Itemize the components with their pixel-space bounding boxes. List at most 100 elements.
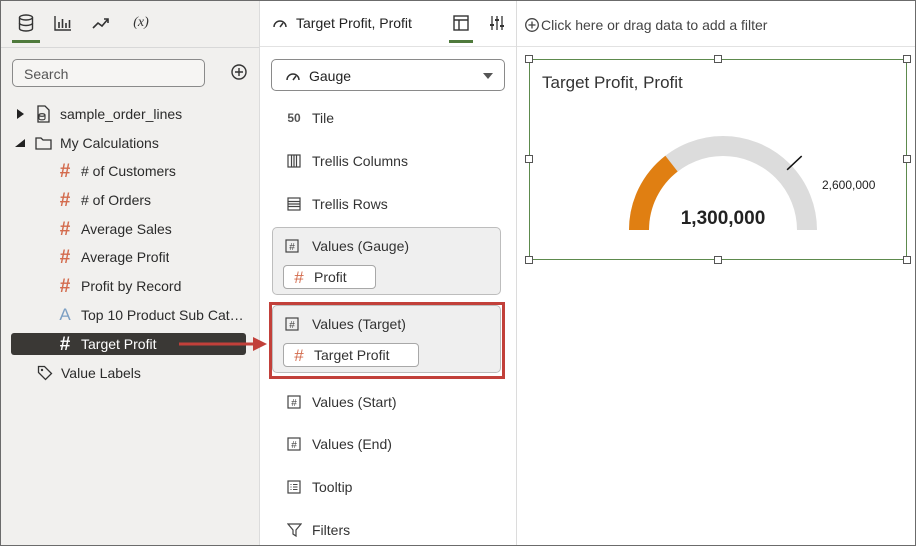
tree-item-label: My Calculations bbox=[60, 135, 159, 151]
tree-item-label: # of Orders bbox=[81, 192, 152, 208]
gauge-target-marker bbox=[786, 155, 803, 171]
tag-icon bbox=[37, 365, 53, 381]
tree-item-label: # of Customers bbox=[81, 163, 176, 179]
drag-arrow-icon bbox=[179, 337, 267, 351]
gauge-visualization[interactable]: Target Profit, Profit 1,300,000 2,600,00… bbox=[525, 55, 911, 264]
tree-item-dataset[interactable]: sample_order_lines bbox=[1, 101, 259, 127]
resize-handle[interactable] bbox=[714, 55, 722, 63]
tooltip-icon bbox=[285, 478, 303, 496]
tree-item-calculation[interactable]: # # of Customers bbox=[1, 158, 259, 184]
tree-item-my-calculations[interactable]: My Calculations bbox=[1, 130, 259, 156]
tree-item-label: sample_order_lines bbox=[60, 106, 183, 122]
section-label: Trellis Columns bbox=[312, 153, 408, 169]
tree-item-label: Target Profit bbox=[81, 336, 157, 352]
resize-handle[interactable] bbox=[525, 55, 533, 63]
database-icon bbox=[18, 14, 34, 32]
add-filter-icon bbox=[525, 18, 539, 32]
tree-item-calculation[interactable]: A Top 10 Product Sub Cat… bbox=[1, 302, 259, 328]
gauge-chart bbox=[628, 136, 817, 231]
filter-icon bbox=[285, 521, 303, 539]
expand-caret-icon[interactable] bbox=[16, 108, 25, 120]
tile-section[interactable]: 50 Tile bbox=[285, 107, 334, 129]
canvas: Click here or drag data to add a filter … bbox=[517, 1, 915, 545]
section-label: Values (Gauge) bbox=[312, 238, 410, 254]
chip-label: Profit bbox=[314, 269, 347, 285]
trellis-rows-section[interactable]: Trellis Rows bbox=[285, 193, 388, 215]
filter-prompt: Click here or drag data to add a filter bbox=[541, 17, 768, 33]
values-icon: # bbox=[285, 239, 303, 253]
analytics-tab[interactable] bbox=[87, 9, 115, 37]
values-start-section[interactable]: # Values (Start) bbox=[285, 391, 397, 413]
sliders-icon bbox=[490, 16, 504, 30]
tree-item-label: Top 10 Product Sub Cat… bbox=[81, 307, 244, 323]
tree-item-label: Average Profit bbox=[81, 249, 170, 265]
section-label: Trellis Rows bbox=[312, 196, 388, 212]
dropzone-title: # Values (Gauge) bbox=[285, 238, 409, 254]
values-icon: # bbox=[285, 393, 303, 411]
tree-item-label: Value Labels bbox=[61, 365, 141, 381]
data-panel: (x) sample_order_lines bbox=[1, 1, 260, 545]
filters-section[interactable]: Filters bbox=[285, 519, 350, 541]
measure-icon: # bbox=[59, 333, 71, 355]
measure-icon: # bbox=[294, 267, 304, 287]
properties-tab[interactable] bbox=[485, 11, 509, 35]
resize-handle[interactable] bbox=[903, 155, 911, 163]
values-icon: # bbox=[285, 435, 303, 453]
grammar-header: Target Profit, Profit bbox=[260, 1, 516, 47]
values-end-section[interactable]: # Values (End) bbox=[285, 433, 392, 455]
gauge-target-label: 2,600,000 bbox=[822, 178, 876, 192]
tooltip-section[interactable]: Tooltip bbox=[285, 476, 352, 498]
add-data-button[interactable] bbox=[230, 63, 248, 81]
layout-icon bbox=[453, 15, 469, 31]
data-tab[interactable] bbox=[12, 9, 40, 43]
tree-item-calculation[interactable]: # Average Profit bbox=[1, 244, 259, 270]
resize-handle[interactable] bbox=[525, 256, 533, 264]
svg-text:#: # bbox=[289, 242, 295, 253]
gauge-icon bbox=[273, 20, 287, 28]
search-field[interactable] bbox=[12, 59, 205, 87]
measure-chip-profit[interactable]: # Profit bbox=[283, 265, 376, 289]
plus-circle-icon bbox=[231, 64, 247, 80]
data-panel-tabs: (x) bbox=[1, 1, 259, 48]
trellis-columns-icon bbox=[285, 152, 303, 170]
section-label: Tooltip bbox=[312, 479, 353, 495]
measure-icon: # bbox=[59, 189, 71, 211]
section-label: Values (Start) bbox=[312, 394, 397, 410]
chevron-down-icon bbox=[483, 73, 493, 79]
tree-item-calculation[interactable]: # # of Orders bbox=[1, 187, 259, 213]
grammar-tab[interactable] bbox=[449, 11, 473, 43]
bar-chart-icon bbox=[54, 16, 71, 31]
callout-highlight-box bbox=[269, 302, 505, 379]
workbook-editor: (x) sample_order_lines bbox=[0, 0, 916, 546]
visualizations-tab[interactable] bbox=[49, 9, 77, 37]
trellis-columns-section[interactable]: Trellis Columns bbox=[285, 150, 408, 172]
viz-type-select[interactable]: Gauge bbox=[271, 59, 505, 91]
collapse-caret-icon[interactable] bbox=[14, 138, 26, 148]
measure-icon: # bbox=[59, 218, 71, 240]
tree-item-calculation[interactable]: # Average Sales bbox=[1, 216, 259, 242]
calculations-tab[interactable]: (x) bbox=[127, 9, 155, 37]
measure-icon: # bbox=[59, 160, 71, 182]
values-gauge-dropzone[interactable]: # Values (Gauge) # Profit bbox=[272, 227, 501, 295]
gauge-value-label: 1,300,000 bbox=[680, 208, 766, 229]
grammar-panel: Target Profit, Profit Gauge 50 Tile Trel… bbox=[260, 1, 517, 545]
resize-handle[interactable] bbox=[714, 256, 722, 264]
svg-text:#: # bbox=[291, 398, 297, 409]
measure-icon: # bbox=[59, 246, 71, 268]
function-icon: (x) bbox=[133, 15, 149, 30]
resize-handle[interactable] bbox=[525, 155, 533, 163]
resize-handle[interactable] bbox=[903, 55, 911, 63]
attribute-icon: A bbox=[59, 305, 71, 324]
viz-type-label: Gauge bbox=[309, 68, 352, 84]
tile-icon: 50 bbox=[287, 111, 301, 125]
trend-icon bbox=[92, 18, 109, 29]
section-label: Values (End) bbox=[312, 436, 392, 452]
search-input[interactable] bbox=[22, 61, 196, 87]
section-label: Filters bbox=[312, 522, 351, 538]
tree-item-value-labels[interactable]: Value Labels bbox=[1, 360, 259, 386]
tree-item-calculation[interactable]: # Profit by Record bbox=[1, 273, 259, 299]
trellis-rows-icon bbox=[285, 195, 303, 213]
resize-handle[interactable] bbox=[903, 256, 911, 264]
filter-bar[interactable]: Click here or drag data to add a filter bbox=[517, 1, 915, 47]
section-label: Tile bbox=[312, 110, 335, 126]
